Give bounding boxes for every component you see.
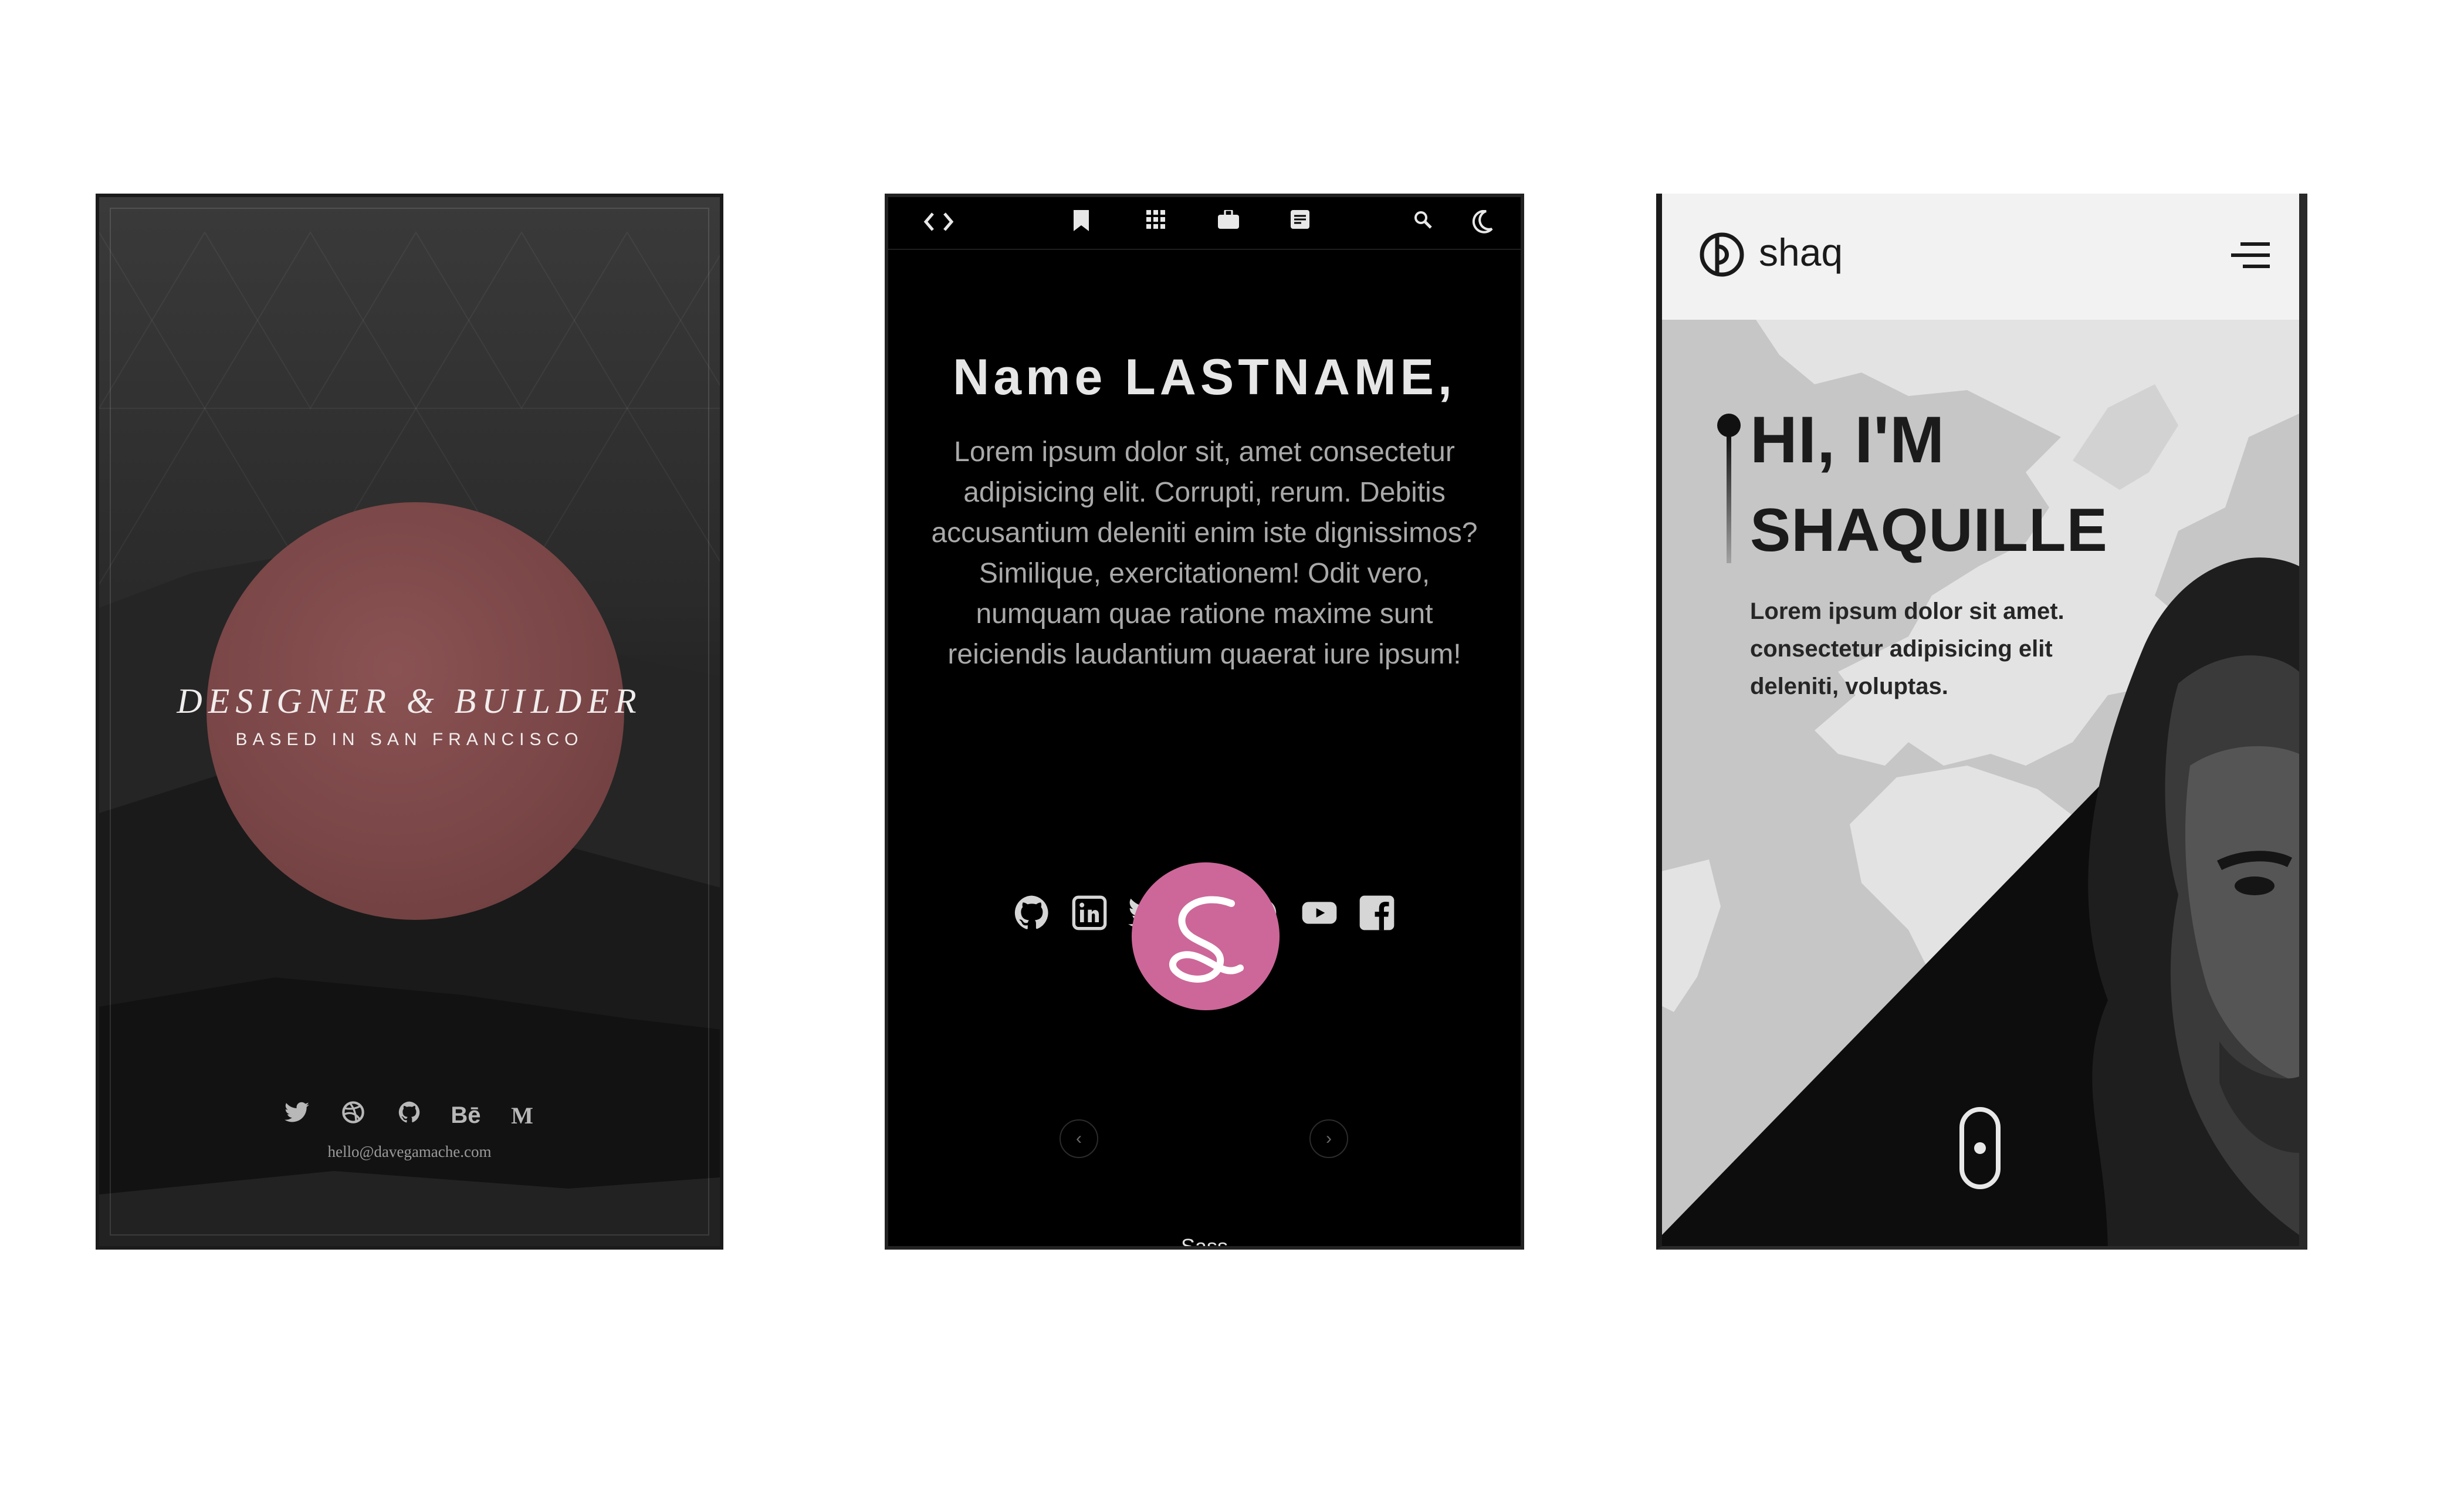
briefcase-icon[interactable]	[1218, 209, 1239, 234]
portfolio-card-shaq: shaq HI, I'M SHAQUILLE Lorem ipsum dolor…	[1656, 194, 2307, 1250]
timeline-line	[1727, 434, 1731, 563]
logo-text[interactable]: shaq	[1759, 230, 1843, 275]
social-links: Bē M	[99, 1101, 720, 1130]
hero-greeting: HI, I'M	[1750, 403, 1945, 476]
linkedin-icon[interactable]	[1071, 894, 1108, 932]
paragraph-line: Lorem ipsum dolor sit, amet consectetur	[954, 436, 1455, 468]
paragraph-line: accusantium deleniti enim iste dignissim…	[931, 517, 1478, 549]
carousel-caption: Sass	[1180, 1234, 1228, 1250]
moon-icon[interactable]	[1472, 209, 1493, 239]
carousel-prev-button[interactable]: ‹	[1060, 1119, 1098, 1158]
description-line: Lorem ipsum dolor sit amet.	[1750, 598, 2064, 624]
paragraph-line: adipisicing elit. Corrupti, rerum. Debit…	[963, 477, 1446, 508]
dribbble-icon[interactable]	[337, 1101, 370, 1130]
menu-icon[interactable]	[2231, 241, 2270, 273]
scroll-mouse-icon[interactable]	[1958, 1106, 2002, 1193]
hero-name: SHAQUILLE	[1750, 496, 2108, 564]
notes-icon[interactable]	[1291, 210, 1309, 234]
description-line: consectetur adipisicing elit	[1750, 636, 2053, 662]
paragraph-line: Similique, exercitationem! Odit vero,	[979, 558, 1430, 589]
behance-icon[interactable]: Bē	[449, 1102, 482, 1129]
portfolio-card-developer: Name LASTNAME, Lorem ipsum dolor sit, am…	[885, 194, 1524, 1250]
email-link[interactable]: hello@davegamache.com	[99, 1143, 720, 1161]
youtube-icon[interactable]	[1301, 894, 1338, 932]
paragraph-line: reiciendis laudantium quaerat iure ipsum…	[947, 639, 1461, 670]
github-icon[interactable]	[1013, 894, 1051, 932]
facebook-icon[interactable]	[1358, 894, 1396, 932]
twitter-icon[interactable]	[280, 1102, 313, 1129]
logo-icon[interactable]	[1697, 230, 1747, 282]
medium-icon[interactable]: M	[506, 1102, 539, 1129]
headline: DESIGNER & BUILDER	[177, 682, 642, 720]
grid-icon[interactable]	[1146, 210, 1165, 234]
timeline-dot	[1717, 414, 1741, 437]
bookmark-icon[interactable]	[1074, 210, 1089, 236]
description-line: deleniti, voluptas.	[1750, 673, 1948, 699]
intro-paragraph: Lorem ipsum dolor sit, amet consectetur …	[906, 432, 1503, 675]
search-icon[interactable]	[1413, 210, 1432, 234]
paragraph-line: numquam quae ratione maxime sunt	[976, 598, 1433, 629]
toolbar	[888, 197, 1521, 250]
page-title: Name LASTNAME,	[953, 349, 1456, 405]
subheadline: BASED IN SAN FRANCISCO	[235, 730, 584, 749]
sass-logo	[1132, 862, 1280, 1010]
site-header: shaq	[1662, 194, 2299, 320]
hero-description: Lorem ipsum dolor sit amet. consectetur …	[1750, 593, 2114, 705]
code-icon[interactable]	[922, 210, 955, 239]
carousel-next-button[interactable]: ›	[1309, 1119, 1348, 1158]
github-icon[interactable]	[393, 1101, 426, 1130]
portfolio-card-designer: DESIGNER & BUILDER BASED IN SAN FRANCISC…	[96, 194, 723, 1250]
